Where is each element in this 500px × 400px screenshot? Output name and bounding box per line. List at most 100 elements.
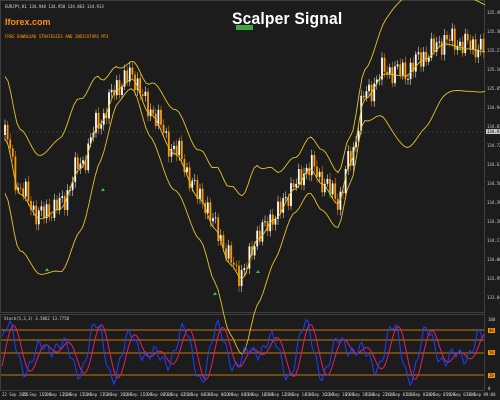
candle-body bbox=[27, 181, 30, 201]
oscillator-tick-label: 80 bbox=[488, 328, 495, 333]
candle-body bbox=[448, 39, 451, 41]
candle-body bbox=[167, 131, 170, 157]
candle-body bbox=[368, 84, 370, 92]
candle-body bbox=[417, 52, 420, 55]
price-tick-label: 134.615 bbox=[487, 162, 500, 167]
candle-body bbox=[264, 221, 266, 223]
price-tick-label: 134.505 bbox=[487, 181, 500, 186]
price-tick-label: 134.065 bbox=[487, 257, 500, 262]
candle-body bbox=[76, 157, 79, 170]
buy-signal-arrow bbox=[256, 270, 260, 273]
candle-body bbox=[131, 67, 134, 75]
candle-body bbox=[274, 218, 277, 225]
candle-body bbox=[443, 34, 446, 55]
candle-body bbox=[4, 124, 6, 135]
candle-body bbox=[453, 28, 456, 50]
candle-body bbox=[425, 51, 428, 62]
candle-body bbox=[440, 41, 443, 55]
candle-body bbox=[199, 188, 201, 199]
candle-body bbox=[386, 71, 389, 74]
candle-body bbox=[173, 145, 175, 150]
oscillator-label: Stoch(5,3,3) 3.5862 13.7758 bbox=[4, 316, 70, 321]
price-tick-label: 134.285 bbox=[487, 219, 500, 224]
candle-body bbox=[206, 202, 209, 214]
candle-body bbox=[290, 183, 292, 206]
candle-body bbox=[87, 143, 90, 171]
main-panel-border bbox=[0, 0, 485, 313]
candle-body bbox=[19, 187, 22, 189]
price-tick-label: 134.395 bbox=[487, 200, 500, 205]
candle-body bbox=[37, 210, 40, 225]
candle-body bbox=[162, 124, 165, 133]
candle-body bbox=[160, 109, 162, 125]
candle-body bbox=[61, 196, 64, 198]
candle-body bbox=[227, 245, 230, 259]
candle-body bbox=[401, 62, 404, 76]
candle-body bbox=[433, 38, 435, 52]
candle-body bbox=[297, 169, 300, 184]
candle-body bbox=[212, 218, 214, 222]
candle-body bbox=[82, 160, 84, 164]
candle-body bbox=[214, 217, 217, 219]
title-badge bbox=[236, 25, 253, 30]
candle-body bbox=[308, 167, 311, 176]
candle-body bbox=[115, 80, 118, 96]
price-tick-label: 134.175 bbox=[487, 238, 500, 243]
candle-body bbox=[230, 245, 233, 263]
candle-body bbox=[258, 230, 261, 242]
candle-body bbox=[388, 67, 391, 74]
oscillator-tick-label: 20 bbox=[488, 373, 495, 378]
candle-body bbox=[451, 28, 454, 41]
candle-body bbox=[292, 183, 295, 188]
price-tick-label: 135.385 bbox=[487, 29, 500, 34]
candle-body bbox=[331, 183, 334, 195]
candle-body bbox=[284, 197, 287, 199]
candle-body bbox=[464, 33, 467, 54]
candle-body bbox=[295, 183, 298, 188]
candle-body bbox=[126, 70, 129, 82]
candle-body bbox=[243, 268, 246, 271]
subtitle-text: FREE DOWNLOAD STRATEGIES AND INDICATORS … bbox=[5, 34, 109, 39]
price-tick-label: 133.845 bbox=[487, 295, 500, 300]
candle-body bbox=[141, 94, 144, 97]
candle-body bbox=[469, 40, 472, 50]
candle-body bbox=[175, 145, 178, 156]
symbol-info: EURJPY,H1 134.948 134.958 134.863 134.91… bbox=[5, 4, 104, 9]
candle-body bbox=[232, 262, 235, 265]
chart-area bbox=[0, 0, 486, 391]
candle-body bbox=[383, 57, 386, 72]
price-tick-label: 133.955 bbox=[487, 276, 500, 281]
candle-body bbox=[446, 34, 448, 40]
current-price-tag: 134.913 bbox=[486, 129, 500, 134]
candle-body bbox=[50, 217, 53, 219]
candle-body bbox=[313, 155, 316, 167]
candle-body bbox=[253, 246, 256, 256]
candle-body bbox=[35, 205, 38, 225]
candle-body bbox=[474, 39, 477, 58]
candle-body bbox=[180, 140, 183, 160]
candle-body bbox=[149, 109, 152, 117]
candle-body bbox=[407, 79, 409, 80]
candle-body bbox=[396, 64, 399, 67]
buy-signal-arrow bbox=[45, 268, 49, 271]
candle-body bbox=[152, 109, 155, 114]
price-tick-label: 134.945 bbox=[487, 105, 500, 110]
candle-body bbox=[24, 181, 27, 197]
candle-body bbox=[399, 64, 402, 76]
candle-body bbox=[391, 67, 394, 84]
site-logo-text: Iforex.com bbox=[5, 17, 51, 27]
oscillator-panel-border bbox=[0, 314, 485, 391]
candle-body bbox=[438, 41, 441, 43]
candle-body bbox=[318, 171, 321, 177]
candle-body bbox=[53, 199, 56, 218]
oscillator-tick-label: 100 bbox=[488, 317, 496, 322]
candle-body bbox=[316, 166, 318, 177]
candle-body bbox=[472, 39, 474, 50]
candle-body bbox=[193, 179, 196, 181]
candle-body bbox=[40, 206, 43, 211]
candle-body bbox=[362, 95, 365, 98]
candle-body bbox=[459, 41, 461, 47]
candle-body bbox=[118, 80, 121, 96]
candle-body bbox=[100, 124, 103, 129]
price-tick-label: 135.055 bbox=[487, 86, 500, 91]
